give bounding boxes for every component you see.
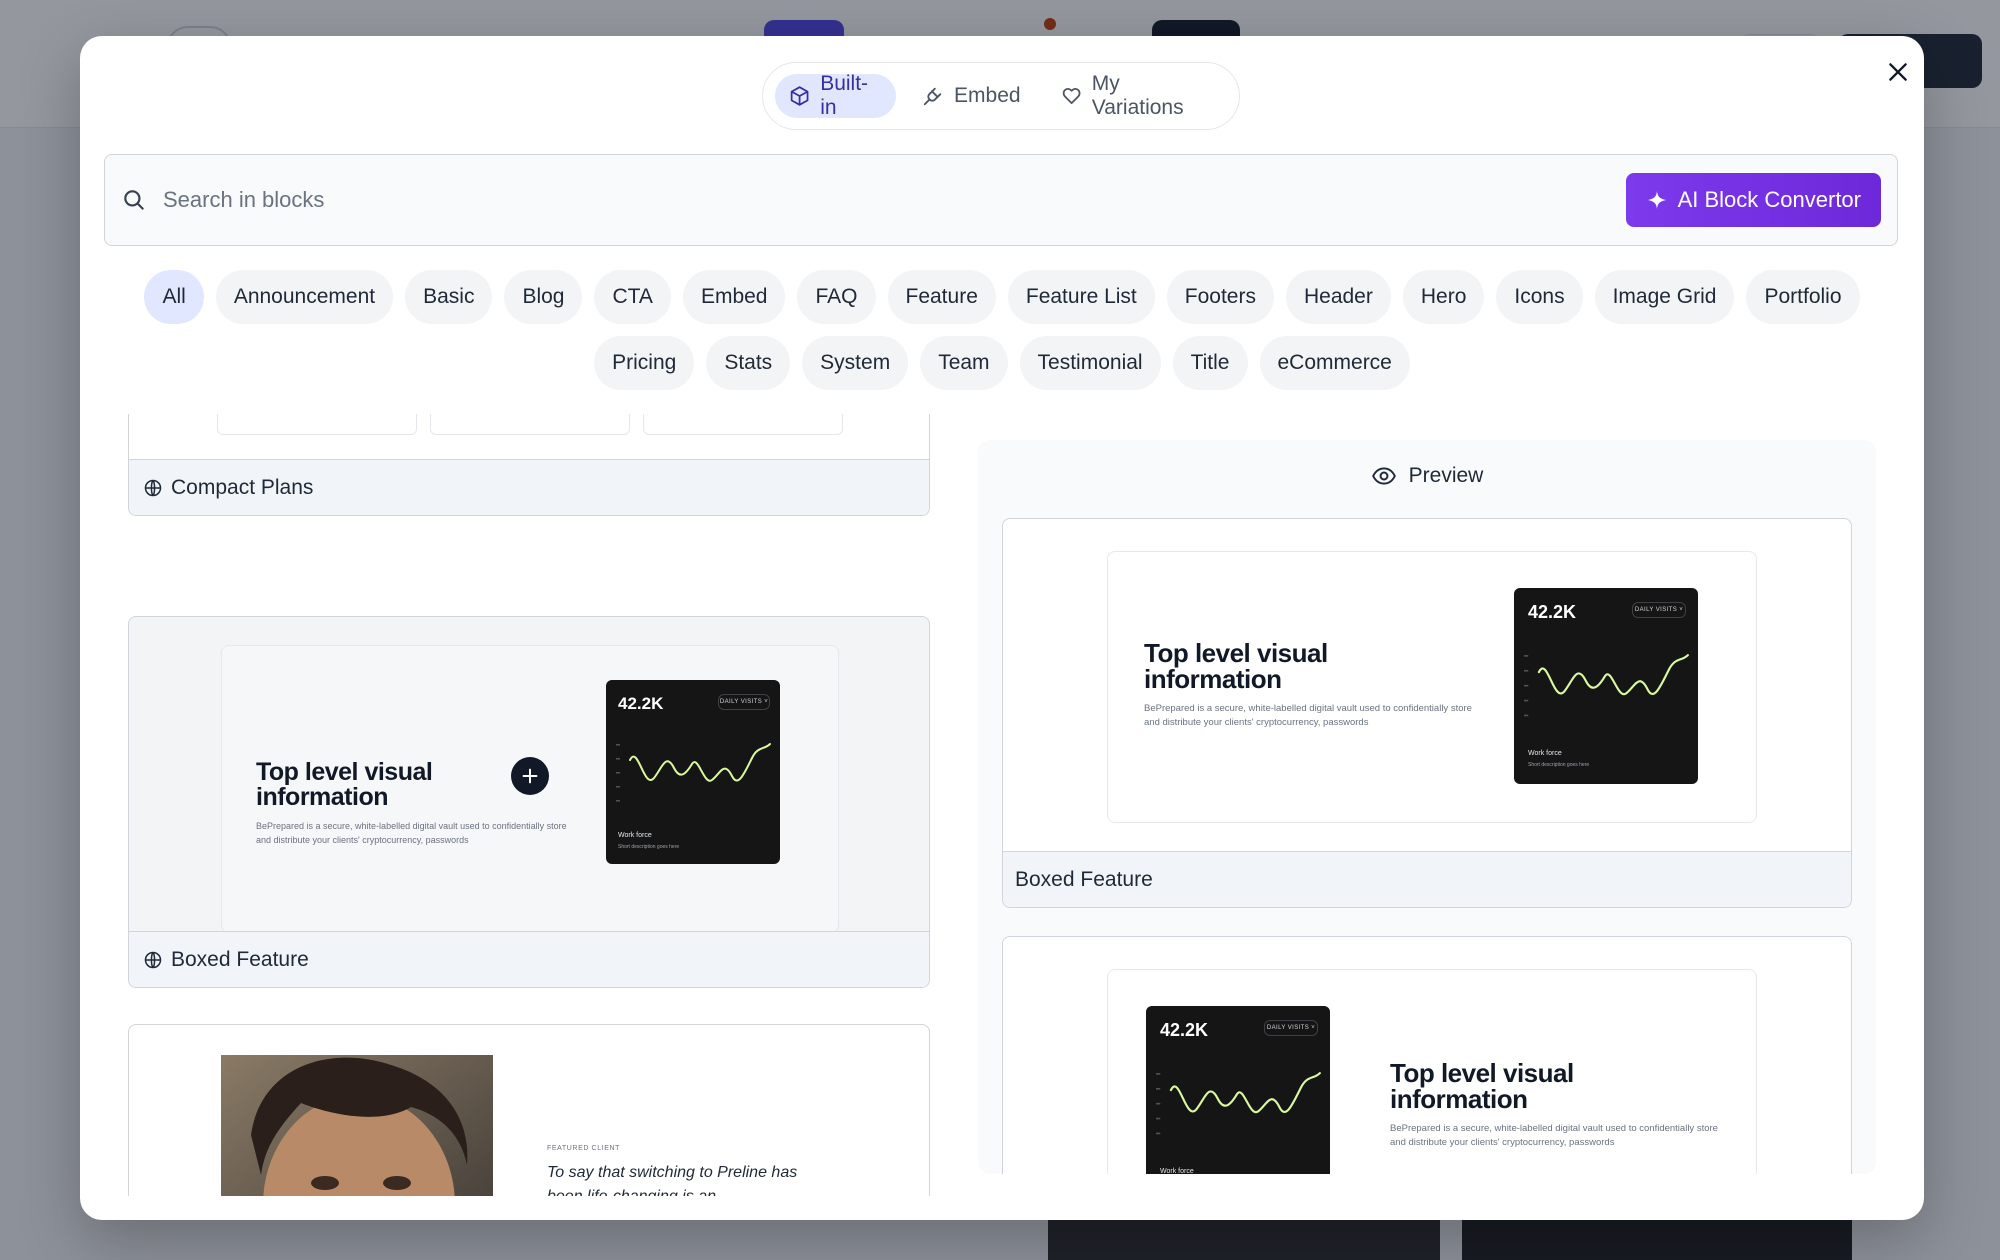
preview-card-boxed-feature[interactable]: Top level visual information BePrepared …: [1002, 518, 1852, 908]
testimonial-eyebrow: FEATURED CLIENT: [547, 1145, 621, 1152]
block-card-label: Compact Plans: [171, 475, 314, 499]
block-list[interactable]: Compact Plans Top level visual informati…: [128, 414, 930, 1196]
category-chip-footers[interactable]: Footers: [1166, 270, 1274, 324]
plug-icon: [923, 87, 942, 106]
daily-visits-badge: DAILY VISITS ˅: [1632, 602, 1686, 618]
tab-embed[interactable]: Embed: [908, 74, 1035, 118]
category-chip-announcement[interactable]: Announcement: [215, 270, 394, 324]
short-description: Short description goes here: [618, 844, 680, 850]
stat-value: 42.2K: [1160, 1020, 1209, 1040]
category-chip-cta[interactable]: CTA: [594, 270, 671, 324]
stats-card: 42.2K DAILY VISITS ˅ Work force: [1146, 1006, 1330, 1174]
tab-built-in[interactable]: Built-in: [775, 72, 897, 119]
work-force-label: Work force: [618, 832, 652, 839]
tab-label: Embed: [954, 84, 1021, 107]
source-tabs: Built-in Embed My Variations: [762, 62, 1240, 130]
close-button[interactable]: [1876, 50, 1920, 94]
heart-icon: [1062, 88, 1081, 104]
category-chip-pricing[interactable]: Pricing: [594, 336, 695, 390]
line-chart: [1156, 1072, 1321, 1135]
category-chip-basic[interactable]: Basic: [405, 270, 493, 324]
preview-thumbnail-description: BePrepared is a secure, white-labelled d…: [1390, 1123, 1718, 1149]
stats-card: 42.2K DAILY VISITS ˅ Work force Short de…: [1514, 588, 1698, 784]
stats-card: 42.2K DAILY VISITS ˅ Work force Short de…: [606, 680, 780, 864]
globe-icon: [144, 951, 162, 968]
category-chip-hero[interactable]: Hero: [1402, 270, 1485, 324]
cube-icon: [790, 86, 809, 106]
category-filter: All Announcement Basic Blog CTA Embed FAQ Featu…: [120, 270, 1884, 390]
block-card-boxed-feature[interactable]: Top level visual information BePrepared …: [128, 616, 930, 988]
daily-visits-badge: DAILY VISITS ˅: [718, 694, 770, 710]
category-chip-system[interactable]: System: [802, 336, 909, 390]
plan-preview: [217, 414, 417, 435]
stat-value: 42.2K: [618, 694, 664, 713]
plan-preview: [430, 414, 630, 435]
category-chip-stats[interactable]: Stats: [706, 336, 791, 390]
block-card-label: Boxed Feature: [171, 947, 309, 971]
category-chip-image-grid[interactable]: Image Grid: [1594, 270, 1735, 324]
search-icon: [124, 190, 144, 210]
line-chart: [1524, 654, 1689, 717]
work-force-label: Work force: [1528, 750, 1562, 757]
add-block-button[interactable]: [511, 757, 549, 795]
block-card-compact-plans[interactable]: Compact Plans: [128, 414, 930, 516]
category-chip-title[interactable]: Title: [1172, 336, 1248, 390]
thumbnail-title: Top level visual information: [256, 758, 433, 811]
preview-thumbnail-title: Top level visual information: [1144, 638, 1328, 694]
category-chip-faq[interactable]: FAQ: [797, 270, 876, 324]
tab-my-variations[interactable]: My Variations: [1047, 72, 1227, 119]
preview-thumbnail: Top level visual information BePrepared …: [1107, 551, 1757, 823]
line-chart: [616, 743, 771, 802]
tab-label: My Variations: [1091, 72, 1184, 119]
block-card-footer: Compact Plans: [129, 459, 929, 515]
short-description: Short description goes here: [1528, 762, 1590, 768]
preview-card-footer: Boxed Feature: [1003, 851, 1851, 907]
work-force-label: Work force: [1160, 1168, 1194, 1174]
category-chip-feature-list[interactable]: Feature List: [1007, 270, 1155, 324]
daily-visits-badge: DAILY VISITS ˅: [1264, 1020, 1318, 1036]
category-chip-icons[interactable]: Icons: [1496, 270, 1583, 324]
preview-card-boxed-feature-reversed[interactable]: 42.2K DAILY VISITS ˅ Work force Top leve…: [1002, 936, 1852, 1174]
preview-thumbnail: 42.2K DAILY VISITS ˅ Work force Top leve…: [1107, 969, 1757, 1174]
ai-button-label: AI Block Convertor: [1677, 187, 1861, 212]
search-input[interactable]: [163, 187, 1626, 213]
thumbnail-description: BePrepared is a secure, white-labelled d…: [256, 821, 567, 845]
block-library-modal: Built-in Embed My Variations AI Block Co…: [80, 36, 1924, 1220]
preview-title: Preview: [1408, 464, 1484, 487]
eye-icon: [1371, 467, 1396, 485]
close-icon: [1889, 63, 1907, 81]
preview-card-label: Boxed Feature: [1015, 867, 1153, 891]
category-chip-blog[interactable]: Blog: [504, 270, 583, 324]
category-chip-portfolio[interactable]: Portfolio: [1746, 270, 1860, 324]
preview-thumbnail-description: BePrepared is a secure, white-labelled d…: [1144, 703, 1472, 729]
testimonial-quote: To say that switching to Preline has bee…: [547, 1164, 798, 1196]
client-photo: [221, 1055, 493, 1196]
portrait-image: [221, 1055, 493, 1196]
category-chip-all[interactable]: All: [144, 270, 204, 324]
category-chip-team[interactable]: Team: [920, 336, 1008, 390]
category-chip-embed[interactable]: Embed: [682, 270, 786, 324]
ai-block-convertor-button[interactable]: AI Block Convertor: [1625, 173, 1881, 227]
block-card-footer: Boxed Feature: [129, 931, 929, 987]
plus-icon: [522, 768, 538, 784]
stat-value: 42.2K: [1528, 602, 1577, 622]
plan-preview: [643, 414, 843, 435]
globe-icon: [144, 479, 162, 496]
block-card-testimonial[interactable]: FEATURED CLIENT To say that switching to…: [128, 1024, 930, 1196]
preview-thumbnail-title: Top level visual information: [1390, 1058, 1574, 1114]
sparkle-icon: [1647, 190, 1666, 210]
tab-label: Built-in: [820, 72, 869, 119]
search-bar: AI Block Convertor: [104, 154, 1898, 246]
category-chip-header[interactable]: Header: [1285, 270, 1391, 324]
preview-heading: Preview: [978, 454, 1876, 498]
category-chip-ecommerce[interactable]: eCommerce: [1259, 336, 1410, 390]
preview-panel: Preview Top level visual information BeP…: [978, 440, 1876, 1174]
category-chip-testimonial[interactable]: Testimonial: [1019, 336, 1161, 390]
category-chip-feature[interactable]: Feature: [887, 270, 996, 324]
